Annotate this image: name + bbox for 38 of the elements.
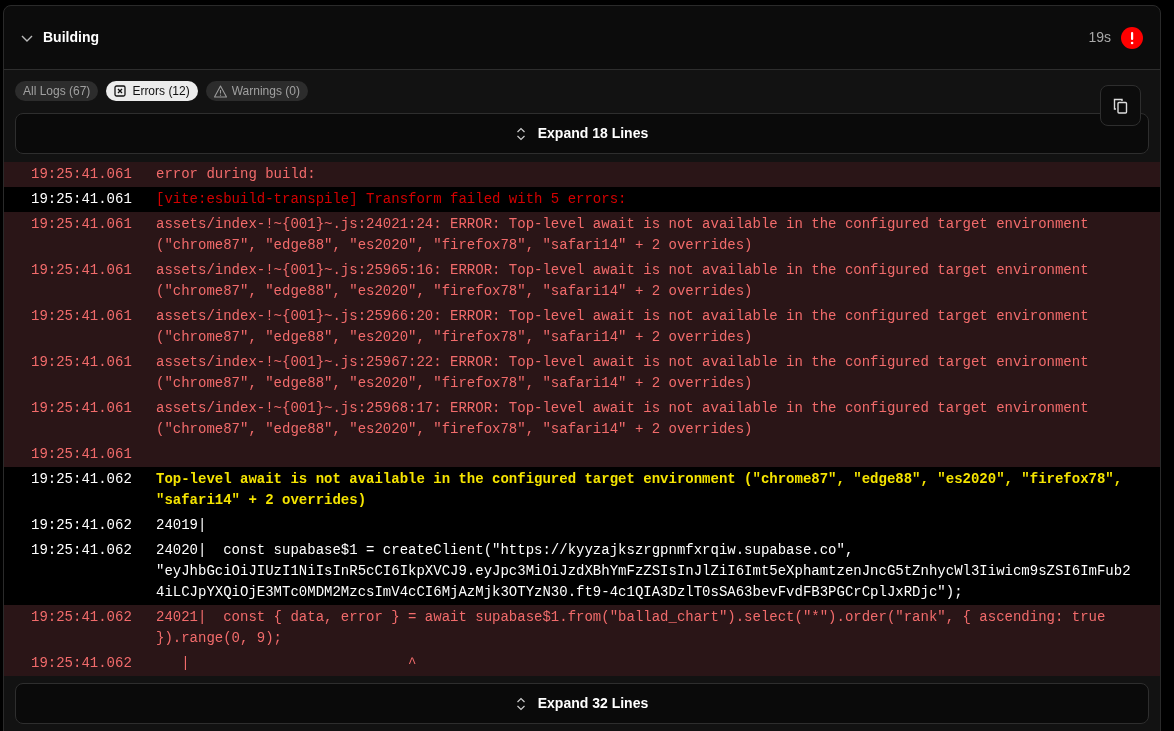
expand-icon — [515, 696, 526, 711]
timestamp: 19:25:41.061 — [31, 261, 133, 280]
log-message: 24021| const { data, error } = await supabase$1.from("ballad_chart").select("*").order("rank", { ascending: true }).range(0, 9); — [156, 608, 1106, 648]
timestamp: 19:25:41.062 — [31, 608, 133, 627]
timestamp: 19:25:41.061 — [31, 165, 133, 184]
copy-icon — [1112, 97, 1129, 114]
warning-icon — [213, 84, 227, 98]
section-toggle[interactable]: Building — [21, 27, 99, 48]
expand-lines-button[interactable]: Expand 18 Lines — [15, 113, 1149, 154]
timestamp: 19:25:41.062 — [31, 654, 133, 673]
log-message: [vite:esbuild-transpile] Transform failed with 5 errors: — [156, 190, 627, 209]
filter-tab[interactable]: All Logs (67) — [15, 81, 99, 101]
filter-tab[interactable]: Errors (12) — [106, 81, 198, 101]
log-message: assets/index-!~{001}~.js:25966:20: ERROR: Top-level await is not available in the configured target environment ("chrome87", "edge88", "es2020", "firefox78", "safari14" + 2 overrides) — [156, 307, 1089, 347]
expand-lines-button[interactable]: Expand 32 Lines — [15, 683, 1149, 724]
expand-icon — [515, 126, 526, 141]
copy-button[interactable] — [1100, 85, 1141, 126]
log-message: assets/index-!~{001}~.js:24021:24: ERROR: Top-level await is not available in the configured target environment ("chrome87", "edge88", "es2020", "firefox78", "safari14" + 2 overrides) — [156, 215, 1089, 255]
timestamp: 19:25:41.061 — [31, 353, 133, 372]
log-message: 24020| const supabase$1 = createClient("https://kyyzajkszrgpnmfxrqiw.supabase.co", "eyJhbGciOiJIUzI1NiIsInR5cCI6IkpXVCJ9.eyJpc3MiOiJzdXBhYmFzZSIsInJlZiI6Imt5eXphamtzenJncG5tZnhycWl3Iiwicm9sZSI6ImFub2 4iLCJpYXQiOjE3MTc0MDM2MzcsImV4cCI6MjAzMjk3OTYzN30.ft9-4c1QIA3DzlT0sSA63bevFvdFB3PGCrCplJxRDjc"); — [156, 541, 1131, 602]
timestamp: 19:25:41.062 — [31, 516, 133, 535]
log-message: error during build: — [156, 165, 316, 184]
timestamp: 19:25:41.061 — [31, 215, 133, 234]
log-message: | ^ — [180, 654, 417, 673]
x-square-icon — [114, 84, 128, 98]
timestamp: 19:25:41.061 — [31, 399, 133, 418]
log-message: Top-level await is not available in the configured target environment ("chrome87", "edge88", "es2020", "firefox78", "safari14" + 2 overrides) — [156, 470, 1123, 510]
timestamp: 19:25:41.061 — [31, 307, 133, 326]
log-message: assets/index-!~{001}~.js:25967:22: ERROR: Top-level await is not available in the configured target environment ("chrome87", "edge88", "es2020", "firefox78", "safari14" + 2 overrides) — [156, 353, 1089, 393]
filter-tab[interactable]: Warnings (0) — [205, 81, 308, 101]
timestamp: 19:25:41.062 — [31, 541, 133, 560]
timestamp: 19:25:41.061 — [31, 190, 133, 209]
log-message: assets/index-!~{001}~.js:25965:16: ERROR: Top-level await is not available in the configured target environment ("chrome87", "edge88", "es2020", "firefox78", "safari14" + 2 overrides) — [156, 261, 1089, 301]
timestamp: 19:25:41.061 — [31, 445, 133, 464]
log-message: 24019| — [156, 516, 207, 535]
log-message: assets/index-!~{001}~.js:25968:17: ERROR: Top-level await is not available in the configured target environment ("chrome87", "edge88", "es2020", "firefox78", "safari14" + 2 overrides) — [156, 399, 1089, 439]
duration-text: 19s — [1088, 28, 1111, 47]
timestamp: 19:25:41.062 — [31, 470, 133, 489]
